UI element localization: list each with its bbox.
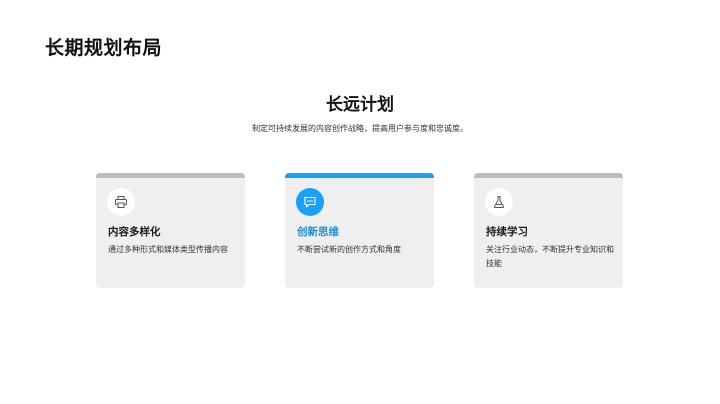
slide: 长期规划布局 长远计划 制定可持续发展的内容创作战略，提高用户参与度和忠诚度。 … [0, 0, 720, 404]
card-top-bar [96, 173, 245, 178]
card-text: 不断尝试新的创作方式和角度 [297, 245, 401, 254]
card-icon-circle [296, 188, 324, 216]
card-text: 关注行业动态，不断提升专业知识和技能 [486, 245, 614, 268]
card-top-bar [285, 173, 434, 178]
card-heading: 内容多样化 [108, 226, 161, 238]
card-text: 通过多种形式和媒体类型传播内容 [108, 245, 228, 254]
chat-icon [304, 196, 316, 208]
card-top-bar [474, 173, 623, 178]
card-content-diversity: 内容多样化 通过多种形式和媒体类型传播内容 [96, 173, 245, 288]
flask-icon [493, 196, 505, 208]
section-subtitle: 制定可持续发展的内容创作战略，提高用户参与度和忠诚度。 [252, 124, 468, 133]
card-heading: 创新思维 [297, 226, 339, 238]
card-heading: 持续学习 [486, 226, 528, 238]
card-icon-circle [485, 188, 513, 216]
card-innovative-thinking: 创新思维 不断尝试新的创作方式和角度 [285, 173, 434, 288]
printer-icon [115, 196, 127, 208]
page-title: 长期规划布局 [45, 37, 163, 59]
section-title: 长远计划 [326, 95, 394, 115]
card-icon-circle [107, 188, 135, 216]
card-continuous-learning: 持续学习 关注行业动态，不断提升专业知识和技能 [474, 173, 623, 288]
